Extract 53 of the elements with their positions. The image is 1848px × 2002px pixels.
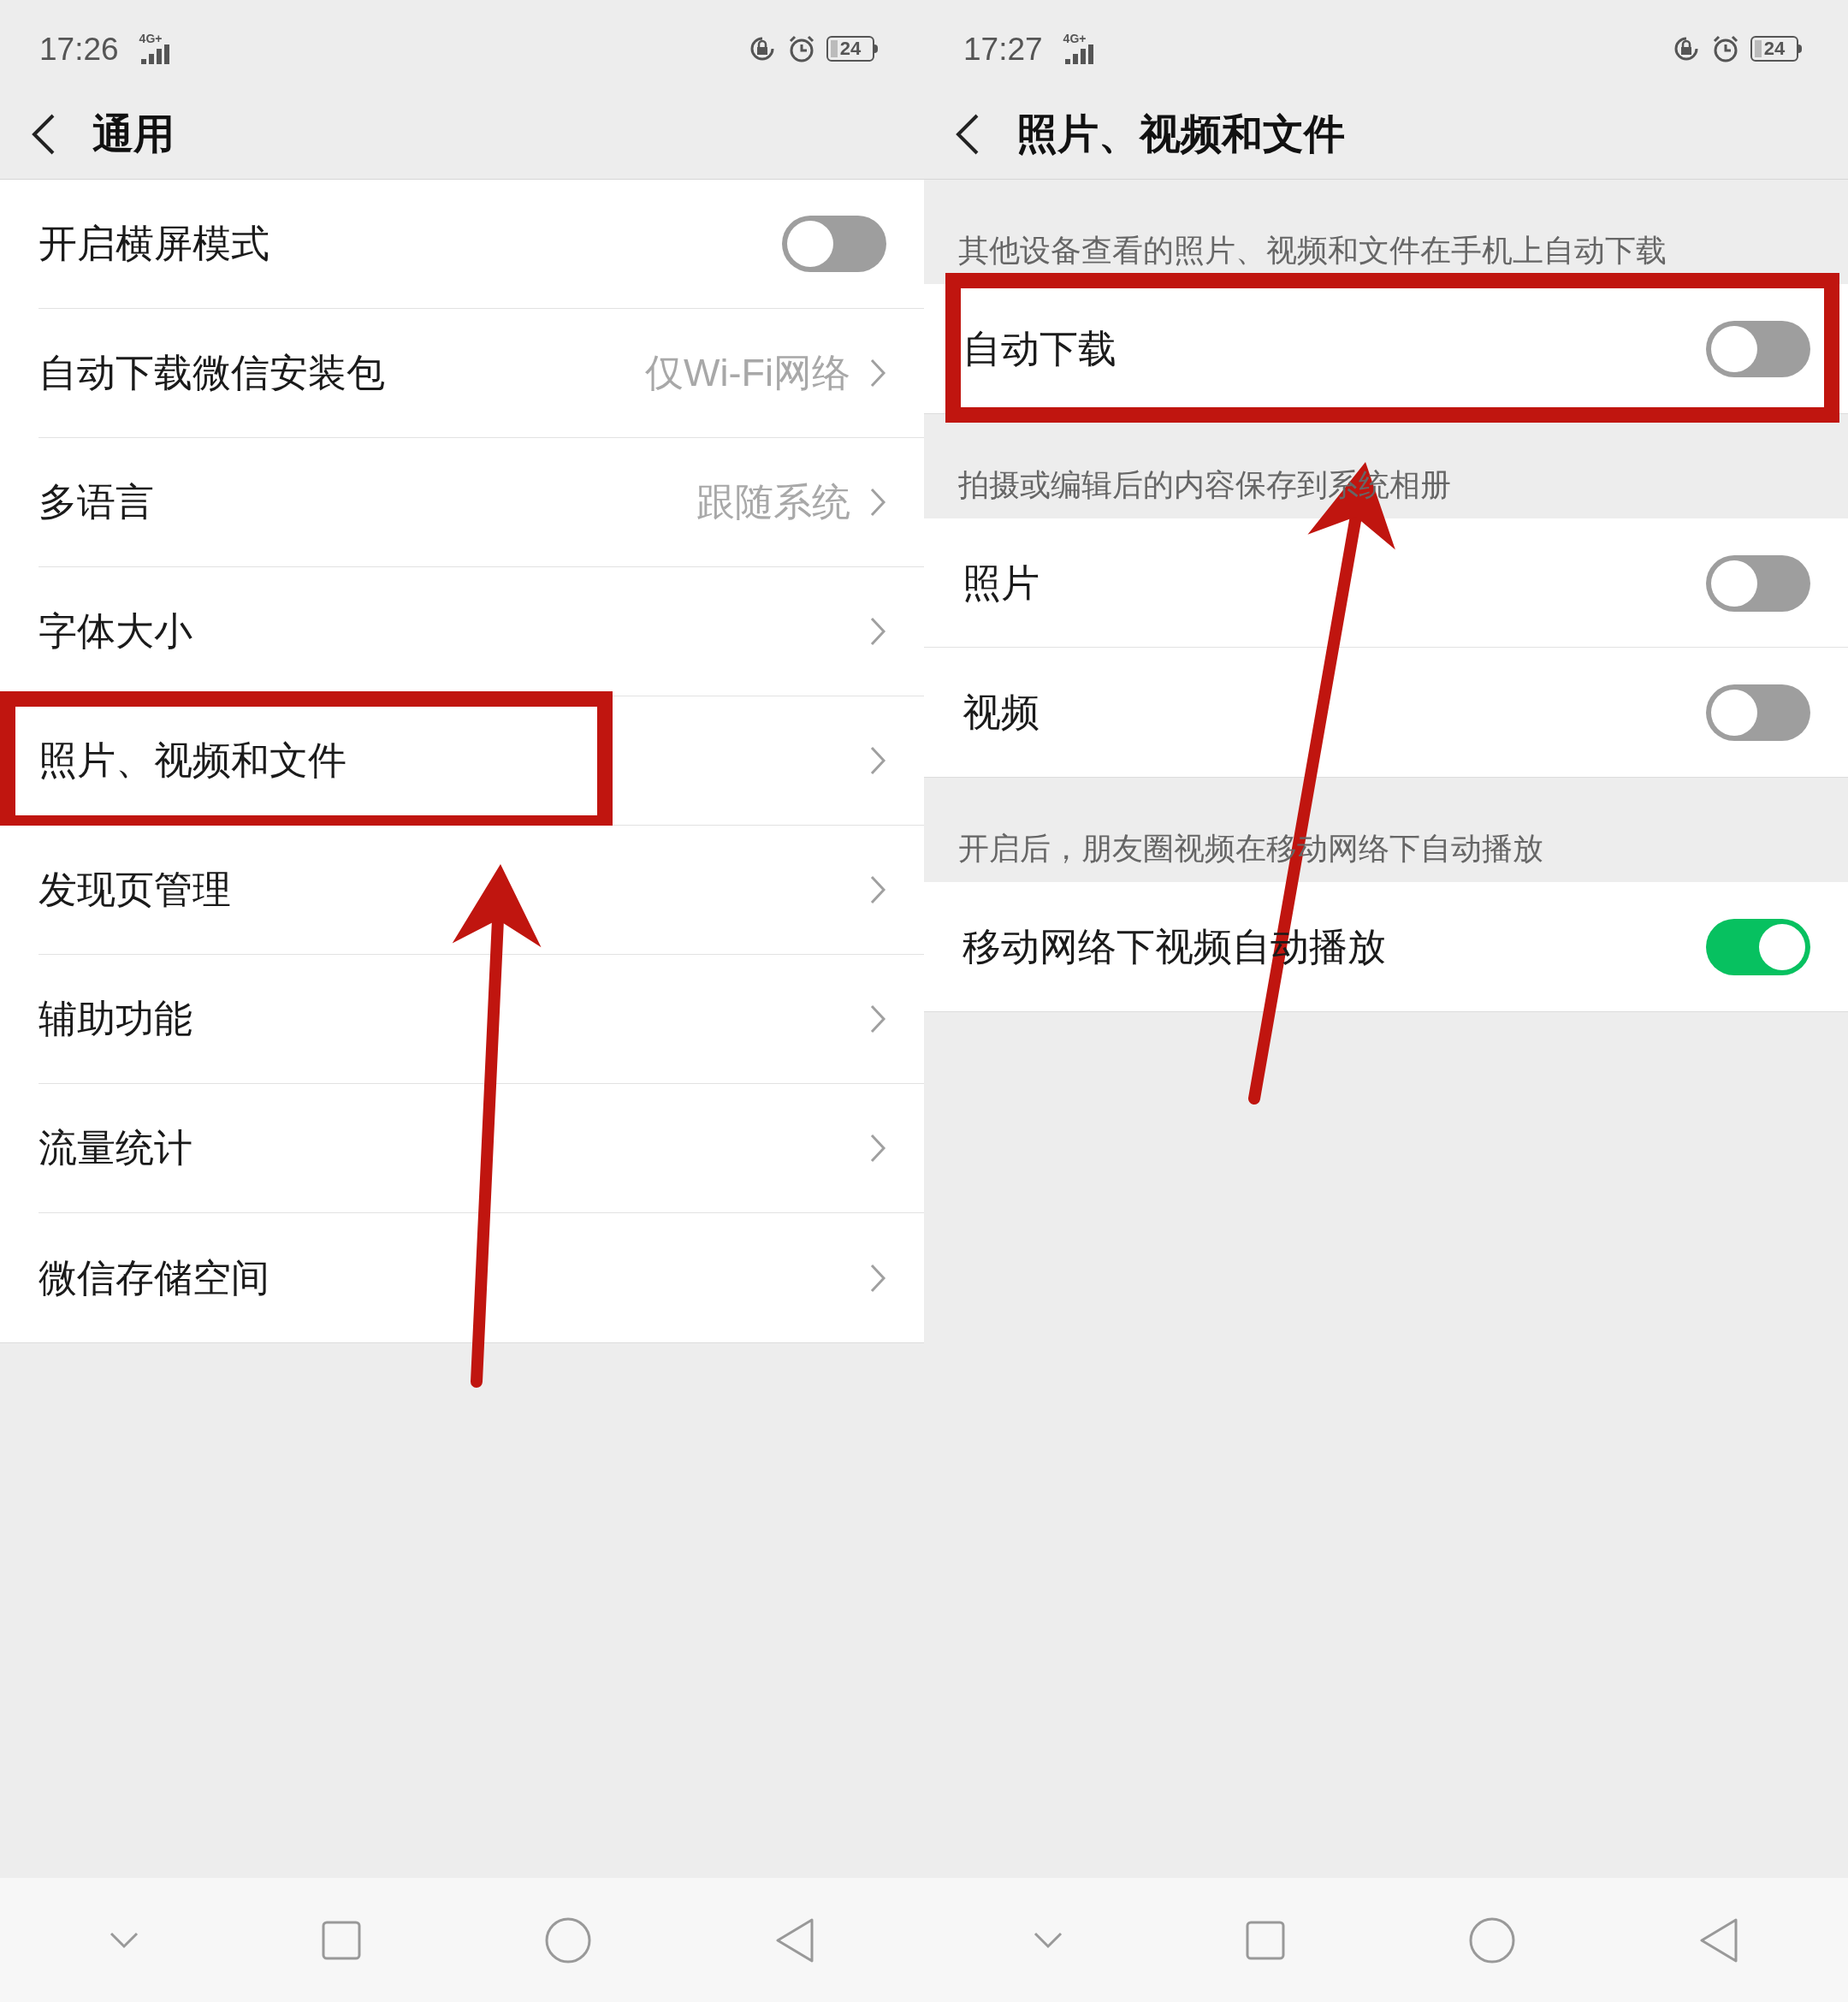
alarm-icon xyxy=(787,33,816,63)
settings-row[interactable]: 发现页管理 xyxy=(0,826,924,955)
settings-row[interactable]: 微信存储空间 xyxy=(0,1213,924,1342)
section-caption: 其他设备查看的照片、视频和文件在手机上自动下载 xyxy=(958,232,1667,270)
triangle-back-icon[interactable] xyxy=(1698,1916,1740,1964)
battery-indicator: 24 xyxy=(826,35,878,62)
settings-row[interactable]: 多语言 跟随系统 xyxy=(0,438,924,567)
chevron-right-icon xyxy=(869,1004,886,1034)
row-value: 跟随系统 xyxy=(696,479,850,526)
status-time: 17:27 xyxy=(963,33,1043,65)
settings-row[interactable]: 辅助功能 xyxy=(0,955,924,1084)
settings-row[interactable]: 视频 xyxy=(924,648,1848,777)
row-label: 字体大小 xyxy=(38,608,192,655)
row-label: 多语言 xyxy=(38,479,154,526)
row-label: 照片、视频和文件 xyxy=(38,737,346,785)
square-icon[interactable] xyxy=(322,1920,362,1960)
network-type: 4G+ xyxy=(139,32,163,44)
page-title: 照片、视频和文件 xyxy=(1016,110,1345,158)
row-label: 照片 xyxy=(962,560,1040,607)
chevron-down-icon[interactable] xyxy=(1032,1930,1063,1950)
alarm-icon xyxy=(1711,33,1740,63)
chevron-right-icon xyxy=(869,1133,886,1164)
chevron-right-icon xyxy=(869,358,886,388)
status-time: 17:26 xyxy=(39,33,119,65)
square-icon[interactable] xyxy=(1246,1920,1286,1960)
chevron-right-icon xyxy=(869,745,886,776)
row-label: 辅助功能 xyxy=(38,996,192,1043)
page-title: 通用 xyxy=(92,110,175,158)
chevron-down-icon[interactable] xyxy=(108,1930,139,1950)
row-value: 仅Wi-Fi网络 xyxy=(645,350,850,397)
battery-indicator: 24 xyxy=(1750,35,1802,62)
row-label: 流量统计 xyxy=(38,1125,192,1172)
row-label: 视频 xyxy=(962,689,1040,736)
chevron-right-icon xyxy=(869,1262,886,1294)
settings-row[interactable]: 自动下载微信安装包 仅Wi-Fi网络 xyxy=(0,309,924,438)
row-label: 微信存储空间 xyxy=(38,1254,270,1301)
row-label: 发现页管理 xyxy=(38,867,231,914)
network-type: 4G+ xyxy=(1063,32,1087,44)
settings-row[interactable]: 流量统计 xyxy=(0,1084,924,1213)
chevron-right-icon xyxy=(869,487,886,518)
settings-row[interactable]: 开启横屏模式 xyxy=(0,180,924,309)
chevron-right-icon xyxy=(869,616,886,647)
settings-row[interactable]: 字体大小 xyxy=(0,567,924,696)
row-label: 自动下载 xyxy=(962,325,1116,372)
back-icon[interactable] xyxy=(955,113,980,156)
settings-row[interactable]: 照片 xyxy=(924,518,1848,648)
chevron-right-icon xyxy=(869,874,886,905)
triangle-back-icon[interactable] xyxy=(774,1916,816,1964)
row-label: 开启横屏模式 xyxy=(38,221,270,268)
circle-icon[interactable] xyxy=(1467,1916,1516,1964)
circle-icon[interactable] xyxy=(543,1916,592,1964)
back-icon[interactable] xyxy=(31,113,56,156)
row-label: 自动下载微信安装包 xyxy=(38,350,385,397)
